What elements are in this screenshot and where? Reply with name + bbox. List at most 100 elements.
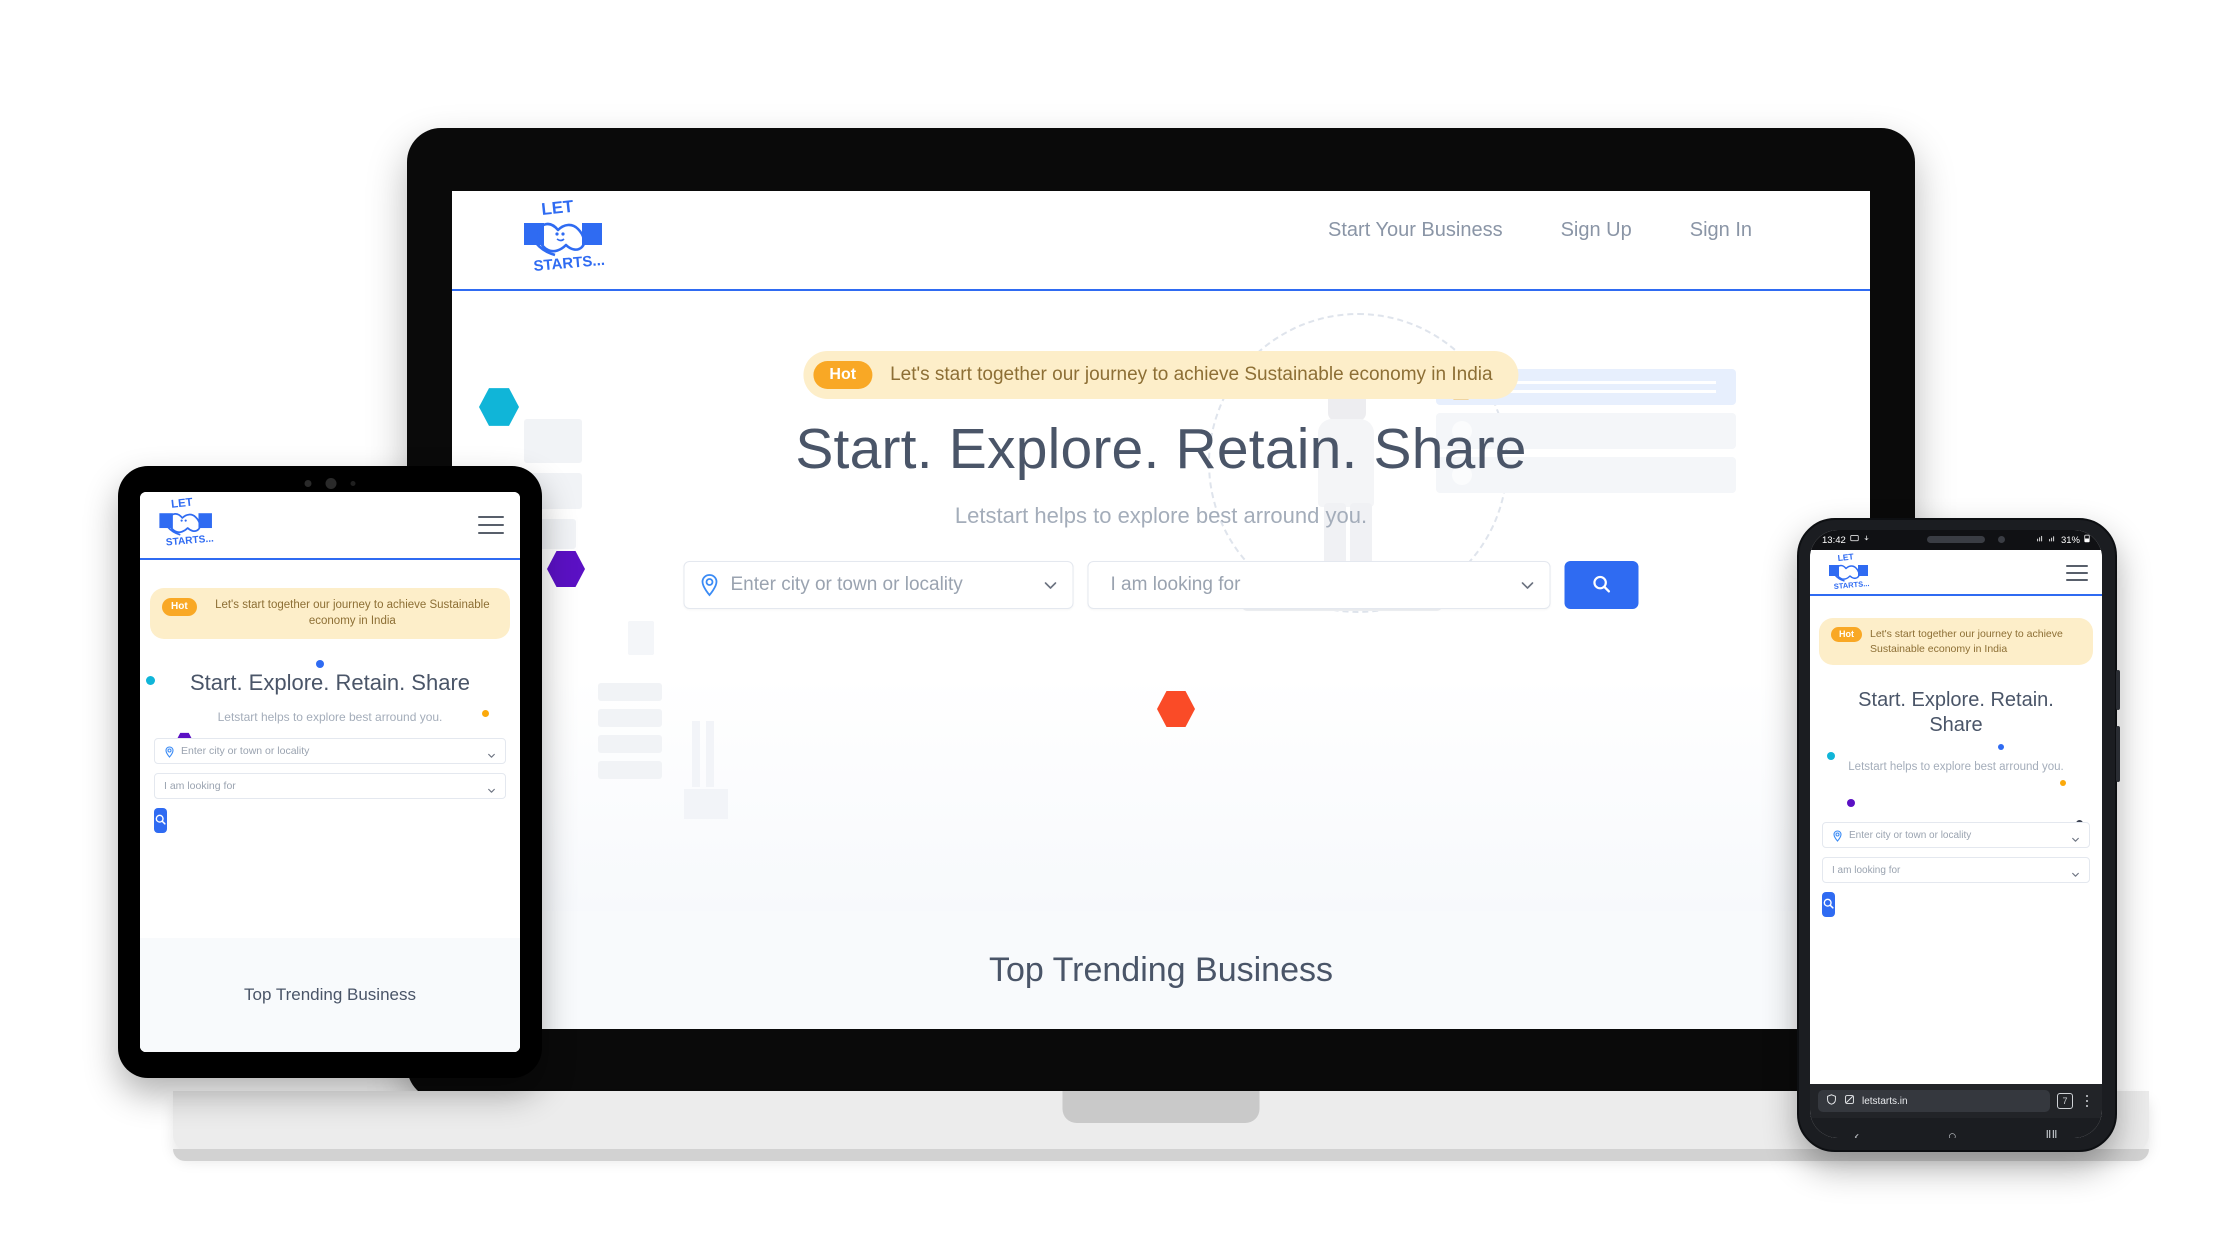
laptop-screen: LET STARTS... Start Your Business Sign U… <box>452 191 1870 1029</box>
svg-text:LET: LET <box>540 197 575 219</box>
dot-blue-decoration <box>316 660 324 668</box>
search-button[interactable] <box>1564 561 1639 609</box>
chevron-down-icon <box>2071 866 2080 877</box>
phone-navbar: LET STARTS... <box>1810 550 2102 596</box>
chevron-down-icon <box>2071 831 2080 842</box>
promo-banner: Hot Let's start together our journey to … <box>1819 618 2093 666</box>
shield-icon[interactable] <box>1826 1092 1837 1110</box>
reader-mode-icon[interactable] <box>1844 1092 1855 1110</box>
category-placeholder: I am looking for <box>1832 864 1901 876</box>
nav-recents-button[interactable]: ‖‖ <box>2045 1128 2057 1139</box>
site-logo[interactable]: LET STARTS... <box>516 197 608 281</box>
wifi-icon <box>2037 535 2045 546</box>
category-placeholder: I am looking for <box>164 780 236 792</box>
hexagon-orange-red-decoration <box>1157 691 1195 727</box>
tablet-hero-section: Hot Let's start together our journey to … <box>140 560 520 1052</box>
hot-badge: Hot <box>813 361 873 389</box>
nav-link-sign-up[interactable]: Sign Up <box>1561 219 1632 242</box>
battery-percentage: 31% <box>2060 534 2080 546</box>
tab-count-button[interactable]: 7 <box>2057 1093 2073 1109</box>
desktop-trending-section: Top Trending Business <box>452 911 1870 1029</box>
trending-section-title: Top Trending Business <box>989 950 1333 989</box>
tablet-screen: LET STARTS... Hot Let's start together o… <box>140 492 520 1052</box>
hot-badge: Hot <box>162 598 197 616</box>
map-pin-icon <box>1832 829 1843 842</box>
search-icon <box>1822 897 1835 913</box>
phone-status-bar: 13:42 31% <box>1810 530 2102 550</box>
desktop-hero-section: Hot Let's start together our journey to … <box>452 291 1870 911</box>
phone-camera-pill <box>1927 536 1985 543</box>
phone-search-form: Enter city or town or locality I am look… <box>1822 822 2090 917</box>
svg-text:STARTS...: STARTS... <box>165 533 214 548</box>
promo-banner-text: Let's start together our journey to achi… <box>890 364 1493 385</box>
dot-cyan-decoration <box>1827 752 1835 760</box>
chevron-down-icon <box>1043 577 1059 593</box>
phone-hero-section: Hot Let's start together our journey to … <box>1810 596 2102 1084</box>
promo-banner: Hot Let's start together our journey to … <box>150 588 510 640</box>
search-button[interactable] <box>154 808 167 833</box>
tablet-search-form: Enter city or town or locality I am look… <box>154 738 506 833</box>
phone-device-mockup: 13:42 31% LET STARTS... Hot Let's start … <box>1797 518 2120 1152</box>
signal-icon <box>2049 535 2057 546</box>
search-icon <box>154 813 167 829</box>
hero-subheading: Letstart helps to explore best arround y… <box>954 503 1368 528</box>
category-select[interactable]: I am looking for <box>154 773 506 799</box>
location-select[interactable]: Enter city or town or locality <box>154 738 506 764</box>
svg-text:LET: LET <box>1837 552 1855 563</box>
tablet-trending-section: Top Trending Business <box>140 938 520 1052</box>
search-button[interactable] <box>1822 892 1835 917</box>
phone-power-button <box>2116 726 2120 782</box>
map-pin-icon <box>699 573 721 597</box>
svg-text:LET: LET <box>171 497 194 511</box>
location-placeholder: Enter city or town or locality <box>730 574 963 595</box>
location-placeholder: Enter city or town or locality <box>181 745 310 757</box>
site-logo[interactable]: LET STARTS... <box>1822 551 1874 594</box>
chevron-down-icon <box>1520 577 1536 593</box>
laptop-base-notch <box>1062 1091 1260 1123</box>
hot-badge: Hot <box>1831 627 1862 642</box>
tablet-device-mockup: LET STARTS... Hot Let's start together o… <box>118 466 542 1078</box>
tablet-camera-cluster <box>304 478 356 489</box>
nav-home-button[interactable]: ○ <box>1948 1128 1957 1139</box>
chevron-down-icon <box>487 747 496 758</box>
location-select[interactable]: Enter city or town or locality <box>683 561 1074 609</box>
screen-cast-icon <box>1850 534 1859 546</box>
nav-link-start-your-business[interactable]: Start Your Business <box>1328 219 1503 242</box>
battery-icon <box>2084 534 2090 546</box>
dot-amber-decoration <box>2060 780 2066 786</box>
map-pin-icon <box>164 745 175 758</box>
phone-camera-dot <box>1998 536 2005 543</box>
dot-blue-decoration <box>1998 744 2004 750</box>
category-select[interactable]: I am looking for <box>1822 857 2090 883</box>
download-icon <box>1863 534 1870 546</box>
hero-heading: Start. Explore. Retain. Share <box>189 670 471 695</box>
kebab-menu-icon[interactable] <box>2080 1094 2094 1108</box>
promo-banner: Hot Let's start together our journey to … <box>803 351 1519 399</box>
phone-screen: 13:42 31% LET STARTS... Hot Let's start … <box>1810 530 2102 1138</box>
nav-back-button[interactable]: ‹ <box>1854 1128 1859 1139</box>
search-icon <box>1591 573 1613 598</box>
url-field[interactable]: letstarts.in <box>1818 1090 2050 1112</box>
dot-purple-decoration <box>1847 799 1855 807</box>
site-logo[interactable]: LET STARTS... <box>154 495 216 553</box>
category-placeholder: I am looking for <box>1110 574 1241 595</box>
nav-link-sign-in[interactable]: Sign In <box>1690 219 1752 242</box>
svg-text:STARTS...: STARTS... <box>533 252 606 275</box>
url-text: letstarts.in <box>1862 1095 1908 1107</box>
hero-search-bar: Enter city or town or locality I am look… <box>683 561 1639 609</box>
android-system-nav-bar: ‹ ○ ‖‖ <box>1810 1118 2102 1138</box>
phone-volume-button <box>2116 670 2120 710</box>
chevron-down-icon <box>487 782 496 793</box>
category-select[interactable]: I am looking for <box>1087 561 1551 609</box>
hero-subheading: Letstart helps to explore best arround y… <box>1848 761 2064 773</box>
location-select[interactable]: Enter city or town or locality <box>1822 822 2090 848</box>
hero-heading: Start. Explore. Retain. Share <box>1858 689 2054 736</box>
hexagon-purple-decoration <box>547 551 585 587</box>
hamburger-menu-icon[interactable] <box>2066 565 2088 581</box>
screenshot-canvas: LET STARTS... Start Your Business Sign U… <box>0 0 2240 1260</box>
desktop-nav-links: Start Your Business Sign Up Sign In <box>1328 219 1870 242</box>
promo-banner-text: Let's start together our journey to achi… <box>1870 628 2063 655</box>
hero-subheading: Letstart helps to explore best arround y… <box>217 710 443 724</box>
hero-heading: Start. Explore. Retain. Share <box>795 417 1527 481</box>
laptop-device-mockup: LET STARTS... Start Your Business Sign U… <box>173 128 2149 1161</box>
